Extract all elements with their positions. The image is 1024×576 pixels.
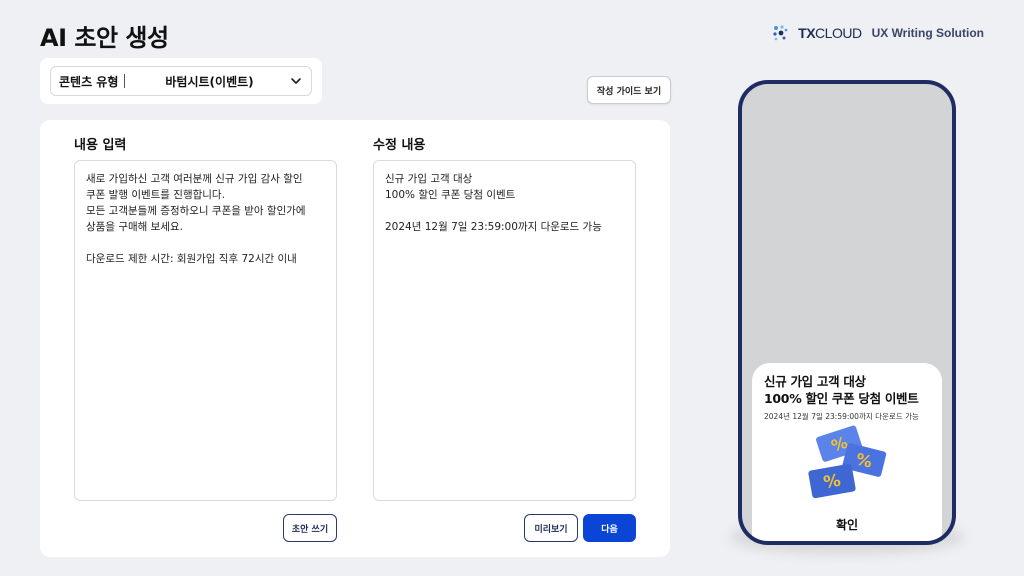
chevron-down-icon [291, 78, 301, 84]
coupon-glyph-3: % [822, 471, 842, 494]
sheet-title-line2: 100% 할인 쿠폰 당첨 이벤트 [764, 391, 919, 406]
preview-button[interactable]: 미리보기 [524, 514, 578, 542]
brand-subtitle: UX Writing Solution [871, 26, 984, 40]
editor-card: 내용 입력 새로 가입하신 고객 여러분께 신규 가입 감사 할인 쿠폰 발행 … [40, 120, 670, 557]
next-button[interactable]: 다음 [583, 514, 636, 542]
writing-guide-button[interactable]: 작성 가이드 보기 [587, 76, 671, 104]
sheet-title: 신규 가입 고객 대상 100% 할인 쿠폰 당첨 이벤트 [764, 373, 930, 407]
sheet-title-line1: 신규 가입 고객 대상 [764, 374, 866, 389]
coupon-illustration-icon: % % % [808, 425, 887, 499]
brand-logo: TXCLOUD UX Writing Solution [772, 24, 984, 42]
edited-content-textarea[interactable]: 신규 가입 고객 대상 100% 할인 쿠폰 당첨 이벤트 2024년 12월 … [373, 160, 636, 501]
content-type-value: 바텀시트(이벤트) [165, 74, 254, 89]
confirm-button[interactable]: 확인 [752, 516, 942, 533]
divider [124, 74, 126, 88]
content-input-textarea[interactable]: 새로 가입하신 고객 여러분께 신규 가입 감사 할인 쿠폰 발행 이벤트를 진… [74, 160, 337, 501]
edit-panel-title: 수정 내용 [373, 138, 426, 153]
write-draft-button[interactable]: 초안 쓰기 [283, 514, 337, 542]
content-type-panel: 콘텐츠 유형 바텀시트(이벤트) [40, 58, 322, 104]
content-type-label: 콘텐츠 유형 [59, 74, 119, 89]
bottom-sheet: 신규 가입 고객 대상 100% 할인 쿠폰 당첨 이벤트 2024년 12월 … [752, 363, 942, 541]
page-title: AI 초안 생성 [40, 24, 169, 52]
sheet-subtitle: 2024년 12월 7일 23:59:00까지 다운로드 가능 [764, 412, 919, 421]
brand-name: TXCLOUD [798, 25, 862, 41]
content-type-select[interactable]: 콘텐츠 유형 바텀시트(이벤트) [50, 66, 312, 96]
input-panel-title: 내용 입력 [74, 138, 127, 153]
phone-preview: 신규 가입 고객 대상 100% 할인 쿠폰 당첨 이벤트 2024년 12월 … [738, 80, 956, 545]
cloud-dots-icon [772, 24, 792, 42]
